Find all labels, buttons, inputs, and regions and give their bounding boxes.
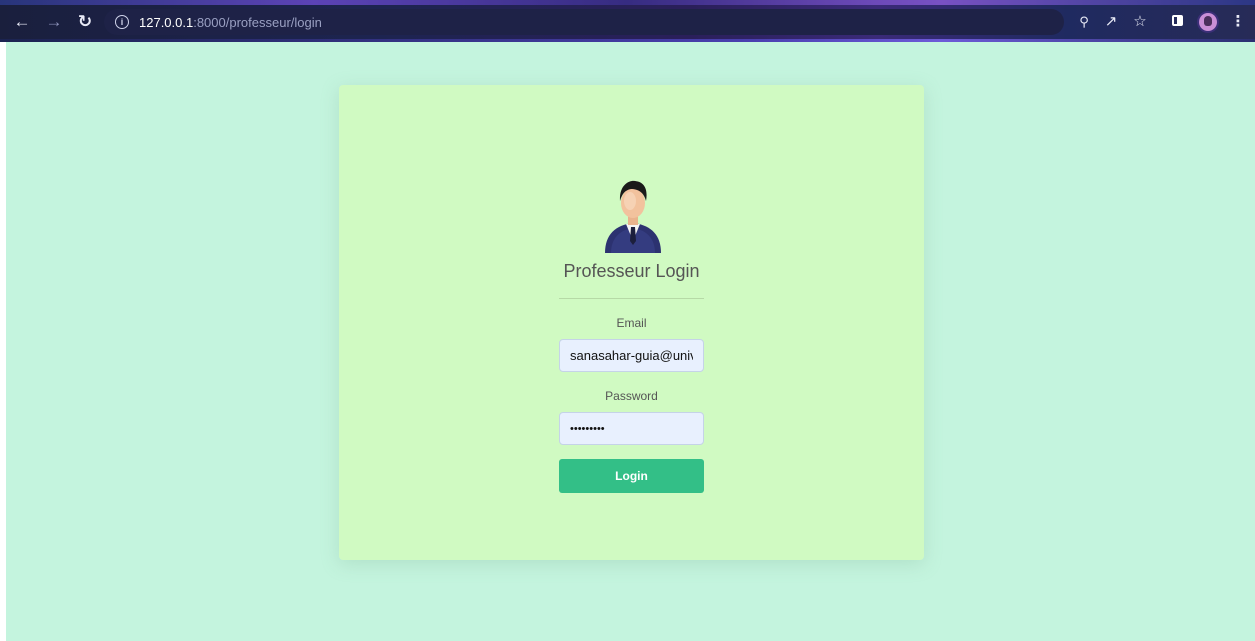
back-arrow-icon[interactable]: ← xyxy=(12,12,32,32)
profile-avatar-icon[interactable] xyxy=(1199,13,1217,31)
divider xyxy=(559,298,704,299)
login-title: Professeur Login xyxy=(563,261,700,281)
address-bar[interactable]: i 127.0.0.1:8000/professeur/login xyxy=(104,9,1064,35)
login-card: Professeur Login Email Password Login xyxy=(339,85,924,560)
email-field[interactable] xyxy=(559,339,704,372)
star-icon[interactable]: ☆ xyxy=(1130,12,1150,32)
browser-toolbar: ← → ↻ i 127.0.0.1:8000/professeur/login … xyxy=(0,0,1255,42)
password-label: Password xyxy=(605,389,658,403)
url-host: 127.0.0.1 xyxy=(139,14,194,30)
reload-icon[interactable]: ↻ xyxy=(75,12,95,32)
share-icon[interactable]: ↗ xyxy=(1101,12,1121,32)
side-panel-icon[interactable] xyxy=(1172,15,1183,26)
login-button[interactable]: Login xyxy=(559,459,704,493)
professor-avatar-icon xyxy=(605,180,661,253)
password-field[interactable] xyxy=(559,412,704,445)
url-text: 127.0.0.1:8000/professeur/login xyxy=(139,15,322,30)
key-icon[interactable]: ⚲ xyxy=(1074,12,1094,32)
email-label: Email xyxy=(616,316,647,330)
url-path: :8000/professeur/login xyxy=(193,14,322,30)
info-icon[interactable]: i xyxy=(115,15,129,29)
page-background: Professeur Login Email Password Login xyxy=(6,42,1255,641)
menu-kebab-icon[interactable]: ⋮ xyxy=(1228,12,1248,32)
forward-arrow-icon[interactable]: → xyxy=(44,12,64,32)
